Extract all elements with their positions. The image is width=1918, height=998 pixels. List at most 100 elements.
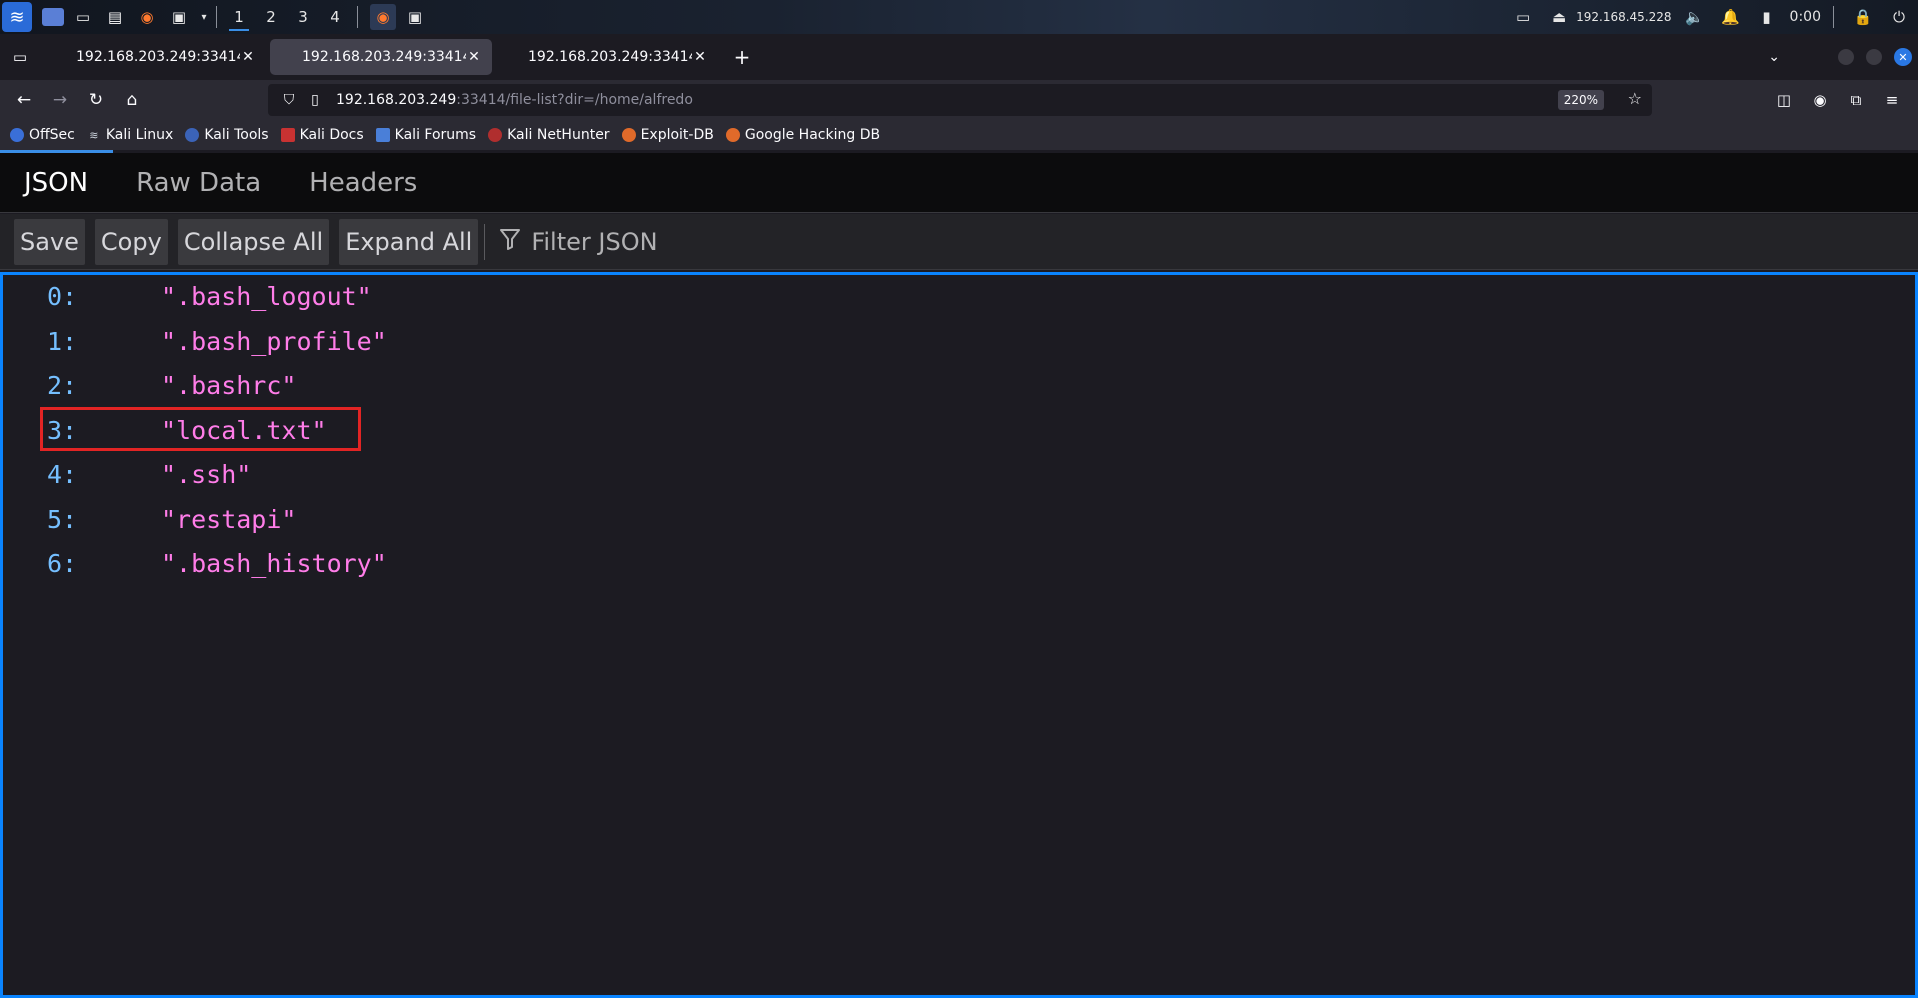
bookmark-label: Exploit-DB bbox=[640, 127, 714, 143]
desktop-icon[interactable] bbox=[42, 8, 64, 26]
tab-json[interactable]: JSON bbox=[0, 153, 112, 213]
forward-icon[interactable]: → bbox=[42, 84, 78, 116]
close-icon[interactable]: ✕ bbox=[692, 49, 708, 65]
nethunter-icon bbox=[488, 128, 503, 142]
chevron-down-icon[interactable]: ⌄ bbox=[1768, 49, 1780, 65]
window-controls: ⌄ ✕ bbox=[1768, 34, 1918, 80]
json-row[interactable]: 1: ".bash_profile" bbox=[43, 321, 387, 361]
browser-tab-3[interactable]: 192.168.203.249:33414/in ✕ bbox=[496, 39, 718, 75]
firefox-window-icon[interactable]: ◉ bbox=[370, 4, 396, 30]
bookmark-kali-docs[interactable]: Kali Docs bbox=[280, 127, 364, 143]
close-icon[interactable]: ✕ bbox=[240, 49, 256, 65]
maximize-button[interactable] bbox=[1866, 49, 1882, 65]
extensions-icon[interactable]: ⧉ bbox=[1838, 84, 1874, 116]
taskbar-separator bbox=[1833, 6, 1834, 28]
terminal-window-icon[interactable]: ▣ bbox=[402, 4, 428, 30]
offsec-icon bbox=[10, 128, 24, 142]
bookmark-offsec[interactable]: OffSec bbox=[10, 127, 75, 143]
menu-icon[interactable]: ≡ bbox=[1874, 84, 1910, 116]
bookmarks-bar: OffSec ≋ Kali Linux Kali Tools Kali Docs … bbox=[0, 120, 1918, 150]
workspace-4[interactable]: 4 bbox=[319, 2, 351, 32]
json-value: ".ssh" bbox=[161, 459, 252, 489]
tab-headers[interactable]: Headers bbox=[285, 153, 441, 213]
bookmark-kali-tools[interactable]: Kali Tools bbox=[185, 127, 269, 143]
filter-icon bbox=[499, 227, 523, 257]
bookmark-kali-forums[interactable]: Kali Forums bbox=[375, 127, 477, 143]
firefox-view-icon[interactable]: ▭ bbox=[0, 37, 40, 77]
copy-button[interactable]: Copy bbox=[94, 218, 168, 265]
account-icon[interactable]: ◉ bbox=[1802, 84, 1838, 116]
json-key: 2: bbox=[47, 370, 78, 400]
bookmark-label: Kali Docs bbox=[299, 127, 364, 143]
json-row[interactable]: 4: ".ssh" bbox=[43, 454, 251, 494]
firefox-icon[interactable]: ◉ bbox=[134, 4, 160, 30]
browser-tab-2[interactable]: 192.168.203.249:33414/fi ✕ bbox=[270, 39, 492, 75]
json-value: "restapi" bbox=[161, 504, 297, 534]
bookmark-google-hacking-db[interactable]: Google Hacking DB bbox=[725, 127, 881, 143]
power-icon[interactable]: ⏻ bbox=[1886, 4, 1912, 30]
url-host: 192.168.203.249 bbox=[336, 92, 457, 108]
screen-icon[interactable]: ▭ bbox=[1510, 4, 1536, 30]
home-icon[interactable]: ⌂ bbox=[114, 84, 150, 116]
back-icon[interactable]: ← bbox=[6, 84, 42, 116]
taskbar-separator bbox=[357, 6, 358, 28]
save-button[interactable]: Save bbox=[14, 218, 85, 265]
bookmark-label: Kali Forums bbox=[394, 127, 477, 143]
json-row[interactable]: 0: ".bash_logout" bbox=[43, 276, 372, 316]
json-tree[interactable]: 0: ".bash_logout" 1: ".bash_profile" 2: … bbox=[0, 272, 1918, 998]
tab-title: 192.168.203.249:33414/h bbox=[76, 49, 240, 65]
reload-icon[interactable]: ↻ bbox=[78, 84, 114, 116]
browser-tab-1[interactable]: 192.168.203.249:33414/h ✕ bbox=[44, 39, 266, 75]
kali-menu-icon[interactable]: ≋ bbox=[2, 2, 32, 32]
workspace-1[interactable]: 1 bbox=[223, 2, 255, 32]
bookmark-kali-nethunter[interactable]: Kali NetHunter bbox=[488, 127, 610, 143]
bookmark-label: Google Hacking DB bbox=[744, 127, 881, 143]
json-key: 1: bbox=[47, 326, 78, 356]
json-key: 4: bbox=[47, 459, 78, 489]
zoom-badge[interactable]: 220% bbox=[1557, 90, 1604, 110]
pocket-icon[interactable]: ◫ bbox=[1766, 84, 1802, 116]
workspace-3[interactable]: 3 bbox=[287, 2, 319, 32]
battery-icon[interactable]: ▮ bbox=[1754, 4, 1780, 30]
lock-icon[interactable]: 🔒 bbox=[1850, 4, 1876, 30]
highlight-box bbox=[40, 407, 361, 451]
ip-address: 192.168.45.228 bbox=[1576, 10, 1672, 24]
collapse-all-button[interactable]: Collapse All bbox=[177, 218, 330, 265]
bookmark-exploit-db[interactable]: Exploit-DB bbox=[621, 127, 714, 143]
filter-json-input[interactable]: Filter JSON bbox=[499, 227, 658, 257]
tab-title: 192.168.203.249:33414/fi bbox=[302, 49, 466, 65]
notification-icon[interactable]: 🔔 bbox=[1718, 4, 1744, 30]
new-tab-button[interactable]: + bbox=[726, 41, 758, 73]
url-text[interactable]: 192.168.203.249:33414/file-list?dir=/hom… bbox=[336, 92, 693, 108]
file-manager-icon[interactable]: ▭ bbox=[70, 4, 96, 30]
url-bar[interactable]: ⛉ ▯ 192.168.203.249:33414/file-list?dir=… bbox=[268, 84, 1652, 116]
kali-forums-icon bbox=[375, 128, 390, 142]
ghdb-icon bbox=[725, 128, 740, 142]
text-editor-icon[interactable]: ▤ bbox=[102, 4, 128, 30]
kali-tools-icon bbox=[185, 128, 200, 142]
bookmark-star-icon[interactable]: ☆ bbox=[1628, 89, 1642, 108]
chevron-down-icon[interactable]: ▾ bbox=[198, 4, 210, 30]
json-value: ".bash_logout" bbox=[161, 281, 372, 311]
terminal-icon[interactable]: ▣ bbox=[166, 4, 192, 30]
network-icon[interactable]: ⏏ bbox=[1546, 4, 1572, 30]
json-row[interactable]: 6: ".bash_history" bbox=[43, 543, 387, 583]
minimize-button[interactable] bbox=[1838, 49, 1854, 65]
close-window-button[interactable]: ✕ bbox=[1894, 48, 1912, 66]
clock[interactable]: 0:00 bbox=[1790, 9, 1821, 25]
workspace-2[interactable]: 2 bbox=[255, 2, 287, 32]
close-icon[interactable]: ✕ bbox=[466, 49, 482, 65]
tab-raw-data[interactable]: Raw Data bbox=[112, 153, 285, 213]
expand-all-button[interactable]: Expand All bbox=[339, 218, 479, 265]
filter-placeholder: Filter JSON bbox=[531, 227, 658, 256]
json-row[interactable]: 5: "restapi" bbox=[43, 499, 296, 539]
nav-bar: ← → ↻ ⌂ ⛉ ▯ 192.168.203.249:33414/file-l… bbox=[0, 80, 1918, 120]
volume-icon[interactable]: 🔈 bbox=[1682, 4, 1708, 30]
bookmark-kali-linux[interactable]: ≋ Kali Linux bbox=[87, 127, 173, 143]
page-icon[interactable]: ▯ bbox=[304, 92, 326, 108]
json-row[interactable]: 2: ".bashrc" bbox=[43, 365, 296, 405]
bookmark-label: Kali Linux bbox=[105, 127, 174, 143]
json-toolbar: Save Copy Collapse All Expand All Filter… bbox=[0, 214, 1918, 270]
tab-title: 192.168.203.249:33414/in bbox=[528, 49, 692, 65]
shield-icon[interactable]: ⛉ bbox=[278, 92, 300, 108]
